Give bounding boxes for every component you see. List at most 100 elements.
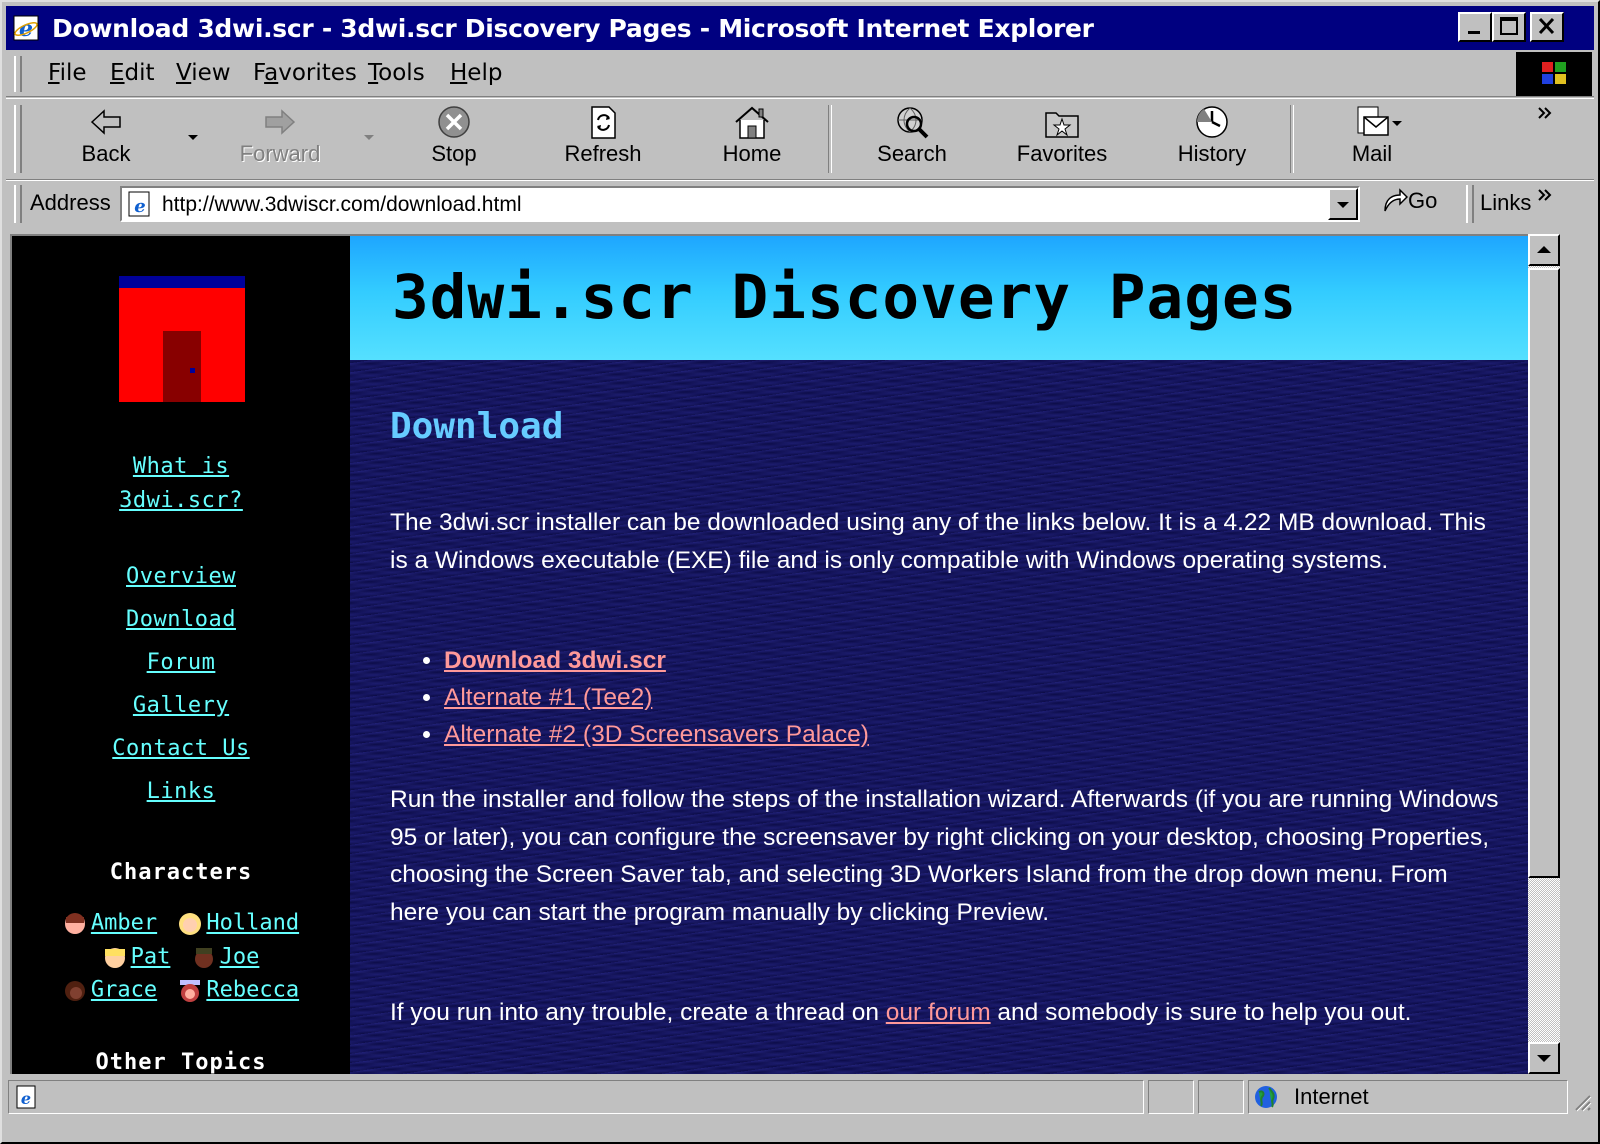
forward-dropdown-arrow[interactable] xyxy=(364,135,374,140)
address-dropdown-button[interactable] xyxy=(1328,188,1358,220)
status-text-pane: e xyxy=(8,1080,1144,1114)
address-input[interactable]: e http://www.3dwiscr.com/download.html xyxy=(120,186,1360,222)
menu-favorites[interactable]: Favorites xyxy=(253,60,357,86)
toolbar-chevron-icon[interactable] xyxy=(1536,105,1554,121)
banner-title: 3dwi.scr Discovery Pages xyxy=(392,262,1298,333)
chevron-down-icon xyxy=(1337,202,1349,208)
window-title: Download 3dwi.scr - 3dwi.scr Discovery P… xyxy=(52,14,1094,43)
download-alternate-2-link[interactable]: Alternate #2 (3D Screensavers Palace) xyxy=(444,721,869,748)
resize-grip-icon[interactable] xyxy=(1572,1092,1592,1114)
nav-what-is-line2[interactable]: 3dwi.scr? xyxy=(12,488,350,513)
minimize-button[interactable] xyxy=(1458,12,1492,42)
go-button[interactable]: Go xyxy=(1380,187,1437,221)
search-button[interactable]: Search xyxy=(852,103,972,175)
back-button[interactable]: Back xyxy=(46,103,166,175)
nav-overview[interactable]: Overview xyxy=(12,564,350,589)
history-button[interactable]: History xyxy=(1152,103,1272,175)
title-bar[interactable]: e Download 3dwi.scr - 3dwi.scr Discovery… xyxy=(6,6,1594,50)
forum-link[interactable]: our forum xyxy=(886,999,991,1026)
intro-paragraph: The 3dwi.scr installer can be downloaded… xyxy=(390,509,1486,574)
refresh-button[interactable]: Refresh xyxy=(543,103,663,175)
mail-button[interactable]: Mail xyxy=(1312,103,1432,175)
menu-help[interactable]: Help xyxy=(450,60,502,86)
ie-logo-icon: e xyxy=(13,15,39,42)
pat-face-icon xyxy=(104,948,125,969)
favorites-button[interactable]: Favorites xyxy=(1002,103,1122,175)
menu-edit[interactable]: Edit xyxy=(110,60,155,86)
scroll-down-arrow-icon xyxy=(1537,1055,1551,1062)
character-rebecca[interactable]: Rebecca xyxy=(178,977,299,1003)
history-clock-icon xyxy=(1196,106,1228,138)
links-chevron-icon[interactable] xyxy=(1536,187,1554,203)
links-button[interactable]: Links xyxy=(1480,190,1531,216)
sidebar: What is 3dwi.scr? Overview Download Foru… xyxy=(12,236,350,1074)
scroll-up-arrow-icon xyxy=(1537,246,1551,253)
minimize-icon xyxy=(1468,31,1480,34)
character-holland[interactable]: Holland xyxy=(178,910,299,936)
page-ie-icon: e xyxy=(128,191,150,217)
scroll-thumb[interactable] xyxy=(1528,268,1560,878)
characters-heading: Characters xyxy=(109,860,253,885)
internet-globe-icon xyxy=(1255,1086,1277,1108)
characters-row-2: Pat Joe xyxy=(12,944,350,970)
download-primary-link[interactable]: Download 3dwi.scr xyxy=(444,647,666,674)
refresh-icon xyxy=(591,106,616,139)
vertical-scrollbar[interactable] xyxy=(1528,234,1560,1074)
character-pat[interactable]: Pat xyxy=(103,944,170,970)
toolbar-separator xyxy=(1290,105,1294,173)
characters-row-3: Grace Rebecca xyxy=(12,977,350,1003)
character-joe[interactable]: Joe xyxy=(192,944,259,970)
svg-text:e: e xyxy=(21,1089,31,1108)
svg-text:e: e xyxy=(19,16,33,42)
mail-dropdown-arrow[interactable] xyxy=(1392,121,1402,126)
list-item: Alternate #2 (3D Screensavers Palace) xyxy=(444,716,869,753)
grace-face-icon xyxy=(64,981,85,1002)
menubar-grip[interactable] xyxy=(14,56,22,92)
characters-row-1: Amber Holland xyxy=(12,910,350,936)
nav-contact-us[interactable]: Contact Us xyxy=(12,736,350,761)
forward-button[interactable]: Forward xyxy=(220,103,340,175)
close-icon xyxy=(1538,17,1555,35)
stop-button[interactable]: Stop xyxy=(394,103,514,175)
maximize-button[interactable] xyxy=(1492,12,1526,42)
holland-face-icon xyxy=(179,913,202,936)
nav-download[interactable]: Download xyxy=(12,607,350,632)
stop-icon xyxy=(438,106,470,138)
status-bar: e Internet xyxy=(6,1078,1594,1118)
links-grip[interactable] xyxy=(1466,185,1474,223)
menu-file[interactable]: File xyxy=(48,60,87,86)
back-arrow-icon xyxy=(90,109,121,135)
close-button[interactable] xyxy=(1530,12,1564,42)
scroll-up-button[interactable] xyxy=(1528,234,1560,266)
back-dropdown-arrow[interactable] xyxy=(188,135,198,140)
nav-what-is-line1[interactable]: What is xyxy=(12,454,350,479)
main-content: 3dwi.scr Discovery Pages Download The 3d… xyxy=(350,236,1528,1074)
download-links-list: Download 3dwi.scr Alternate #1 (Tee2) Al… xyxy=(412,642,869,753)
page-status-icon: e xyxy=(16,1085,36,1109)
toolbar-separator xyxy=(828,105,832,173)
addressbar-grip[interactable] xyxy=(14,185,22,223)
download-alternate-1-link[interactable]: Alternate #1 (Tee2) xyxy=(444,684,652,711)
home-button[interactable]: Home xyxy=(692,103,812,175)
menu-bar: File Edit View Favorites Tools Help xyxy=(6,52,1594,97)
page-heading: Download xyxy=(390,406,564,447)
character-grace[interactable]: Grace xyxy=(63,977,157,1003)
go-arrow-icon xyxy=(1384,188,1409,212)
page-viewport: What is 3dwi.scr? Overview Download Foru… xyxy=(10,234,1528,1074)
zone-label: Internet xyxy=(1294,1084,1369,1109)
menu-view[interactable]: View xyxy=(176,60,231,86)
nav-links[interactable]: Links xyxy=(12,779,350,804)
scroll-down-button[interactable] xyxy=(1528,1042,1560,1074)
status-pane xyxy=(1198,1080,1244,1114)
menu-tools[interactable]: Tools xyxy=(368,60,425,86)
search-globe-icon xyxy=(897,107,929,139)
toolbar-grip[interactable] xyxy=(14,105,22,173)
site-logo-door-icon[interactable] xyxy=(119,276,245,402)
nav-forum[interactable]: Forum xyxy=(12,650,350,675)
svg-text:e: e xyxy=(134,196,145,217)
list-item: Alternate #1 (Tee2) xyxy=(444,679,869,716)
character-amber[interactable]: Amber xyxy=(63,910,157,936)
address-bar: Address e http://www.3dwiscr.com/downloa… xyxy=(6,180,1594,227)
amber-face-icon xyxy=(64,913,85,935)
nav-gallery[interactable]: Gallery xyxy=(12,693,350,718)
